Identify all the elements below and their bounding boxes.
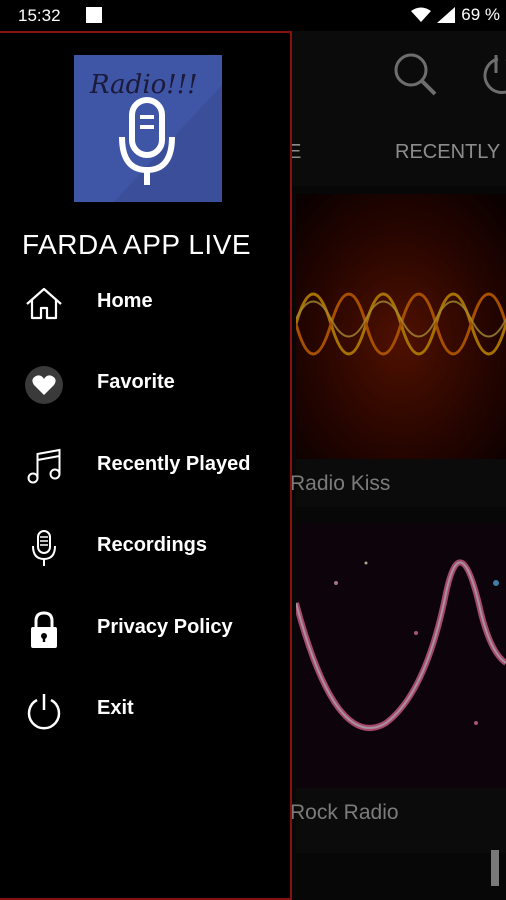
status-right: 69 % [411, 5, 500, 25]
signal-icon [437, 7, 456, 23]
menu-item-home[interactable]: Home [0, 268, 290, 338]
status-time: 15:32 [18, 6, 61, 25]
home-icon [26, 287, 62, 320]
menu-label: Recordings [97, 534, 208, 556]
menu-label: Privacy Policy [97, 616, 233, 638]
wifi-icon [411, 7, 432, 22]
power-icon [27, 694, 61, 730]
menu-item-recordings[interactable]: Recordings [0, 512, 290, 582]
menu-item-favorite[interactable]: Favorite [0, 349, 290, 419]
microphone-icon [32, 530, 56, 566]
menu-label: Favorite [97, 371, 175, 393]
svg-text:Radio!!!: Radio!!! [89, 70, 198, 100]
menu-item-privacy-policy[interactable]: Privacy Policy [0, 594, 290, 664]
heart-icon [25, 366, 63, 404]
navigation-drawer: Radio!!! FARDA APP LIVE Home Favorite Re… [0, 31, 292, 900]
status-bar: 15:32 69 % [0, 0, 506, 31]
menu-label: Home [97, 290, 153, 312]
music-note-icon [27, 448, 61, 484]
notification-icon [86, 7, 102, 23]
menu-item-recently-played[interactable]: Recently Played [0, 431, 290, 501]
lock-icon [31, 611, 57, 648]
app-logo: Radio!!! [74, 55, 222, 202]
menu-item-exit[interactable]: Exit [0, 675, 290, 745]
menu-label: Exit [97, 697, 134, 719]
battery-text: 69 % [461, 5, 500, 24]
app-title: FARDA APP LIVE [22, 229, 252, 260]
menu-label: Recently Played [97, 453, 251, 475]
